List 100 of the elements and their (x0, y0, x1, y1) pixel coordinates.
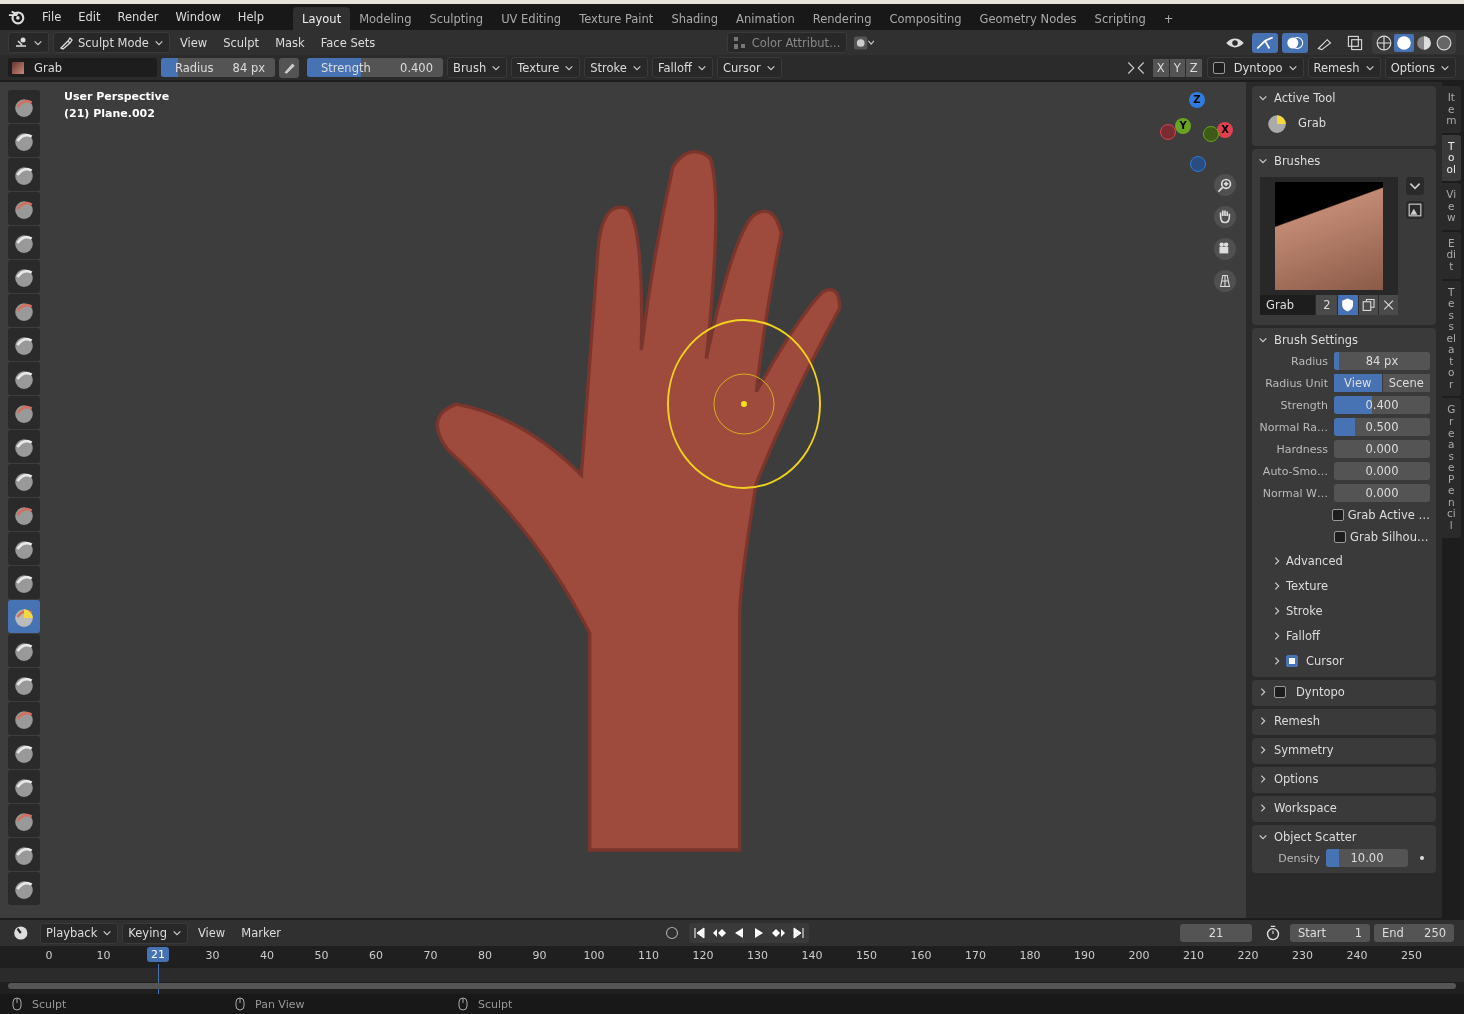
app-logo-icon[interactable] (8, 8, 26, 26)
property-slider[interactable]: 10.00 (1326, 849, 1408, 867)
settings-dropdown[interactable]: Texture (511, 57, 581, 78)
number-field[interactable]: 0.000 (1334, 440, 1430, 458)
sculpt-tool-button[interactable] (8, 362, 40, 395)
sculpt-tool-button[interactable] (8, 294, 40, 327)
settings-dropdown[interactable]: Remesh (1307, 57, 1381, 78)
pressure-icon[interactable] (279, 57, 299, 78)
current-frame-field[interactable]: 21 (1180, 924, 1252, 942)
radius-unit-option[interactable]: View (1334, 374, 1382, 392)
sculpt-tool-button[interactable] (8, 770, 40, 803)
chevron-right-icon[interactable] (1272, 555, 1282, 566)
sculpt-tool-button[interactable] (8, 498, 40, 531)
timeline-scrollbar[interactable] (8, 983, 1456, 989)
timeline-menu[interactable]: Keying (122, 922, 188, 944)
chevron-right-icon[interactable] (1272, 655, 1282, 666)
settings-dropdown[interactable]: Brush (447, 57, 508, 78)
sculpt-tool-button[interactable] (8, 430, 40, 463)
sidebar-tab[interactable]: Item (1442, 86, 1461, 133)
sculpt-tool-button[interactable] (8, 532, 40, 565)
panel-header[interactable]: Brushes (1258, 151, 1430, 171)
workspace-tab[interactable]: Compositing (880, 7, 971, 30)
workspace-tab[interactable]: Shading (662, 7, 728, 30)
axis-gizmo[interactable]: Z Y X (1158, 90, 1234, 172)
brush-users-count[interactable]: 2 (1316, 295, 1338, 315)
overlay-toggle-icon[interactable] (1282, 32, 1308, 53)
timeline-menu[interactable]: View (191, 926, 232, 940)
property-slider[interactable]: 0.500 (1334, 418, 1430, 436)
solid-shading-icon[interactable] (1394, 33, 1414, 52)
menu-item[interactable]: Help (231, 10, 274, 24)
sculpt-tool-button[interactable] (8, 668, 40, 701)
menu-item[interactable]: Render (111, 10, 168, 24)
sculpt-tool-button[interactable] (8, 566, 40, 599)
subpanel-title[interactable]: Falloff (1286, 628, 1320, 643)
settings-dropdown[interactable]: Options (1384, 57, 1456, 78)
sidebar-tab[interactable]: Edit (1442, 231, 1461, 279)
subpanel-title[interactable]: Cursor (1306, 653, 1344, 668)
sculpt-tool-button[interactable] (8, 702, 40, 735)
header-menu[interactable]: Face Sets (314, 35, 382, 50)
chevron-right-icon[interactable] (1272, 605, 1282, 616)
hand-pan-icon[interactable] (1214, 206, 1236, 228)
chevron-down-icon[interactable] (1406, 177, 1424, 195)
subpanel-title[interactable]: Stroke (1286, 603, 1323, 618)
menu-item[interactable]: File (36, 10, 71, 24)
timeline-menu[interactable]: Marker (235, 926, 287, 940)
workspace-tab[interactable]: Rendering (803, 7, 881, 30)
panel-header[interactable]: Object Scatter (1258, 827, 1430, 847)
end-frame-field[interactable]: End 250 (1374, 924, 1454, 942)
keyframe-dot-icon[interactable] (1420, 856, 1424, 860)
header-menu[interactable]: Mask (269, 35, 311, 50)
workspace-tab[interactable]: Texture Paint (570, 7, 663, 30)
image-icon[interactable] (1406, 201, 1424, 219)
zoom-icon[interactable] (1214, 174, 1236, 196)
axis-toggle[interactable]: Y (1169, 58, 1185, 77)
checkbox[interactable] (1334, 531, 1346, 543)
brush-selector[interactable]: Grab (8, 58, 157, 77)
sculpt-tool-button[interactable] (8, 634, 40, 667)
panel-header[interactable]: Active Tool (1258, 88, 1430, 108)
workspace-tab[interactable]: Animation (727, 7, 804, 30)
workspace-tab[interactable]: Sculpting (420, 7, 493, 30)
add-workspace-button[interactable]: + (1154, 7, 1183, 30)
workspace-tab[interactable]: Scripting (1085, 7, 1155, 30)
workspace-tab[interactable]: Geometry Nodes (970, 7, 1086, 30)
number-field[interactable]: 0.000 (1334, 462, 1430, 480)
checkbox[interactable] (1274, 686, 1286, 698)
axis-toggle[interactable]: X (1152, 58, 1169, 77)
dyntopo-dropdown[interactable]: Dyntopo (1206, 57, 1304, 78)
timeline-track[interactable]: 0 10 21 30 40 50 60 70 80 90 100 110 120 130 140 150 160 170 180 190 200 210 220 230 240 250 (0, 946, 1464, 994)
grid-icon[interactable] (1214, 270, 1236, 292)
sidebar-tab[interactable]: Tesselator (1442, 280, 1461, 397)
menu-item[interactable]: Edit (72, 10, 110, 24)
sculpt-tool-button[interactable] (8, 124, 40, 157)
sculpt-tool-button[interactable] (8, 192, 40, 225)
sculpt-tool-button[interactable] (8, 90, 40, 123)
material-shading-icon[interactable] (1414, 33, 1434, 52)
start-frame-field[interactable]: Start 1 (1290, 924, 1370, 942)
sidebar-tab[interactable]: Tool (1442, 134, 1461, 182)
property-slider[interactable]: 84 px (1334, 352, 1430, 370)
sculpt-tool-button[interactable] (8, 804, 40, 837)
axis-toggle[interactable]: Z (1185, 58, 1202, 77)
settings-dropdown[interactable]: Stroke (584, 57, 648, 78)
brush-name-field[interactable]: Grab (1260, 295, 1316, 315)
sculpt-tool-button[interactable] (8, 226, 40, 259)
shield-icon[interactable] (1338, 295, 1358, 315)
settings-dropdown[interactable]: Falloff (651, 57, 713, 78)
sidebar-tab[interactable]: Grease Pencil (1442, 398, 1461, 538)
gizmo-toggle-icon[interactable] (1252, 32, 1278, 53)
sidebar-tab[interactable]: View (1442, 183, 1461, 230)
settings-dropdown[interactable]: Cursor (716, 57, 782, 78)
subpanel-title[interactable]: Texture (1286, 578, 1329, 593)
workspace-tab[interactable]: Layout (293, 7, 351, 30)
sculpt-tool-button[interactable] (8, 838, 40, 871)
radius-unit-option[interactable]: Scene (1382, 374, 1430, 392)
header-menu[interactable]: View (173, 35, 214, 50)
header-menu[interactable]: Sculpt (217, 35, 266, 50)
chevron-right-icon[interactable] (1272, 630, 1282, 641)
chevron-right-icon[interactable] (1272, 580, 1282, 591)
sculpt-tool-button[interactable] (8, 872, 40, 905)
checkbox[interactable] (1212, 61, 1225, 74)
brush-preview-image[interactable] (1260, 177, 1398, 295)
